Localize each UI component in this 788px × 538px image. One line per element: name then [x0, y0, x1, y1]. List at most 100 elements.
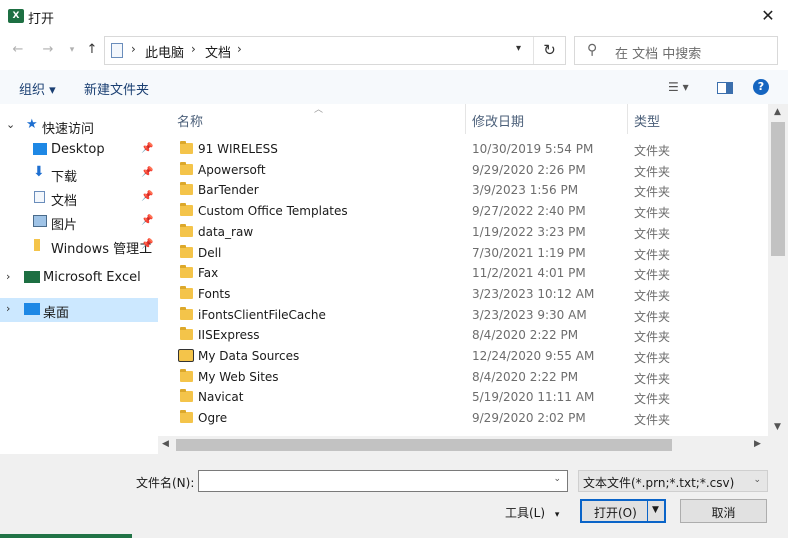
- background-taskbar-strip: [0, 534, 132, 538]
- folder-icon: [180, 203, 193, 217]
- sidebar-item-label: Microsoft Excel: [43, 270, 141, 285]
- close-button[interactable]: ✕: [748, 0, 788, 32]
- sidebar-item-microsoft-excel[interactable]: › Microsoft Excel: [0, 266, 158, 290]
- table-row[interactable]: Ogre 9/29/2020 2:02 PM 文件夹: [170, 408, 764, 428]
- table-row[interactable]: IISExpress 8/4/2020 2:22 PM 文件夹: [170, 325, 764, 345]
- column-divider[interactable]: [627, 104, 628, 134]
- command-toolbar: 组织 ▾ 新建文件夹 ☰ ▾ ?: [0, 70, 788, 104]
- vertical-scrollbar[interactable]: ▲ ▼: [768, 104, 788, 436]
- up-arrow-icon[interactable]: ↑: [82, 40, 102, 60]
- table-row[interactable]: My Web Sites 8/4/2020 2:22 PM 文件夹: [170, 367, 764, 387]
- star-icon: ★: [26, 117, 38, 132]
- folder-icon: [180, 182, 193, 196]
- address-dropdown-icon[interactable]: ▾: [516, 43, 521, 54]
- table-row[interactable]: data_raw 1/19/2022 3:23 PM 文件夹: [170, 222, 764, 242]
- chevron-right-icon[interactable]: ›: [6, 302, 10, 315]
- cancel-button[interactable]: 取消: [680, 499, 767, 523]
- scroll-up-icon[interactable]: ▲: [774, 107, 781, 117]
- tools-button[interactable]: 工具(L) ▾: [505, 504, 559, 521]
- sidebar-item-label: 图片: [51, 218, 78, 233]
- sidebar-item-documents[interactable]: 文档 📌: [0, 186, 158, 210]
- file-type: 文件夹: [634, 268, 671, 283]
- search-icon: ⚲: [587, 42, 598, 58]
- folder-icon: [180, 285, 193, 299]
- breadcrumb-documents[interactable]: 文档: [205, 42, 231, 61]
- new-folder-button[interactable]: 新建文件夹: [84, 79, 149, 98]
- pin-icon[interactable]: 📌: [141, 215, 153, 226]
- breadcrumb-separator-icon: ›: [131, 42, 136, 56]
- sidebar-item-desktop[interactable]: Desktop 📌: [0, 138, 158, 162]
- breadcrumb-this-pc[interactable]: 此电脑: [145, 42, 184, 61]
- folder-icon: [180, 141, 193, 154]
- table-row[interactable]: Custom Office Templates 9/27/2022 2:40 PM…: [170, 201, 764, 221]
- sidebar-item-quick-access[interactable]: ⌄ ★ 快速访问: [0, 114, 158, 138]
- search-input[interactable]: ⚲ 在 文档 中搜索: [574, 36, 778, 65]
- sidebar-item-downloads[interactable]: ⬇ 下载 📌: [0, 162, 158, 186]
- folder-icon: [180, 244, 193, 258]
- table-row[interactable]: My Data Sources 12/24/2020 9:55 AM 文件夹: [170, 346, 764, 366]
- dropdown-arrow-icon: ▾: [554, 510, 560, 520]
- table-row[interactable]: iFontsClientFileCache 3/23/2023 9:30 AM 文件…: [170, 305, 764, 325]
- table-row[interactable]: Apowersoft 9/29/2020 2:26 PM 文件夹: [170, 160, 764, 180]
- file-name: BarTender: [198, 183, 259, 198]
- chevron-down-icon[interactable]: ⌄: [6, 118, 15, 131]
- preview-pane-icon[interactable]: [717, 82, 733, 94]
- address-bar[interactable]: › 此电脑 › 文档 › ▾ ↻: [104, 36, 566, 65]
- open-options-arrow-icon[interactable]: ▼: [652, 505, 659, 515]
- scroll-right-icon[interactable]: ▶: [754, 439, 761, 449]
- chevron-down-icon[interactable]: ⌄: [553, 474, 561, 484]
- organize-button[interactable]: 组织 ▾: [19, 79, 56, 98]
- pin-icon[interactable]: 📌: [141, 239, 153, 250]
- filename-field[interactable]: ⌄: [198, 470, 568, 492]
- table-row[interactable]: 91 WIRELESS 10/30/2019 5:54 PM 文件夹: [170, 139, 764, 159]
- sidebar-item-pictures[interactable]: 图片 📌: [0, 210, 158, 234]
- scroll-down-icon[interactable]: ▼: [774, 422, 781, 432]
- back-arrow-icon[interactable]: ←: [8, 40, 28, 60]
- column-header-date[interactable]: 修改日期: [472, 104, 627, 134]
- open-button[interactable]: 打开(O) ▼: [580, 499, 666, 523]
- open-label: 打开(O): [594, 506, 637, 520]
- refresh-icon[interactable]: ↻: [533, 37, 565, 64]
- file-type: 文件夹: [634, 164, 671, 179]
- file-date: 9/29/2020 2:26 PM: [472, 162, 586, 177]
- folder-icon: [180, 306, 193, 320]
- file-name: Custom Office Templates: [198, 204, 348, 219]
- file-name: Dell: [198, 245, 222, 260]
- file-date: 8/4/2020 2:22 PM: [472, 328, 579, 343]
- column-header-type[interactable]: 类型: [634, 104, 774, 134]
- file-type: 文件夹: [634, 371, 671, 386]
- file-type-select[interactable]: 文本文件(*.prn;*.txt;*.csv) ⌄: [578, 470, 768, 492]
- scroll-left-icon[interactable]: ◀: [162, 439, 169, 449]
- table-row[interactable]: Fax 11/2/2021 4:01 PM 文件夹: [170, 263, 764, 283]
- document-icon: [34, 191, 45, 203]
- horizontal-scrollbar[interactable]: ◀ ▶: [158, 436, 768, 454]
- folder-icon: [180, 161, 193, 175]
- file-name: Ogre: [198, 411, 228, 426]
- table-row[interactable]: Dell 7/30/2021 1:19 PM 文件夹: [170, 243, 764, 263]
- help-icon[interactable]: ?: [753, 79, 769, 95]
- forward-arrow-icon[interactable]: →: [38, 40, 58, 60]
- column-header-name[interactable]: 名称: [177, 104, 465, 134]
- sidebar-item-label: 文档: [51, 194, 78, 209]
- recent-locations-chevron-icon[interactable]: ▾: [62, 40, 82, 60]
- vertical-scroll-thumb[interactable]: [771, 122, 785, 256]
- sidebar-item-label: 桌面: [43, 306, 70, 321]
- sidebar-item-windows-tools[interactable]: Windows 管理工 📌: [0, 234, 158, 258]
- pin-icon[interactable]: 📌: [141, 191, 153, 202]
- file-date: 1/19/2022 3:23 PM: [472, 224, 586, 239]
- column-divider[interactable]: [465, 104, 466, 134]
- horizontal-scroll-thumb[interactable]: [176, 439, 672, 451]
- file-date: 7/30/2021 1:19 PM: [472, 245, 586, 260]
- folder-icon: [180, 368, 193, 382]
- desktop-icon: [33, 143, 47, 155]
- table-row[interactable]: Navicat 5/19/2020 11:11 AM 文件夹: [170, 387, 764, 407]
- view-options-icon[interactable]: ☰ ▾: [668, 80, 689, 94]
- pin-icon[interactable]: 📌: [141, 167, 153, 178]
- pin-icon[interactable]: 📌: [141, 143, 153, 154]
- table-row[interactable]: BarTender 3/9/2023 1:56 PM 文件夹: [170, 180, 764, 200]
- sidebar-item-label: Windows 管理工: [51, 242, 153, 257]
- sidebar-item-desktop-root[interactable]: › 桌面: [0, 298, 158, 322]
- table-row[interactable]: Fonts 3/23/2023 10:12 AM 文件夹: [170, 284, 764, 304]
- excel-icon: [24, 271, 40, 283]
- chevron-right-icon[interactable]: ›: [6, 270, 10, 283]
